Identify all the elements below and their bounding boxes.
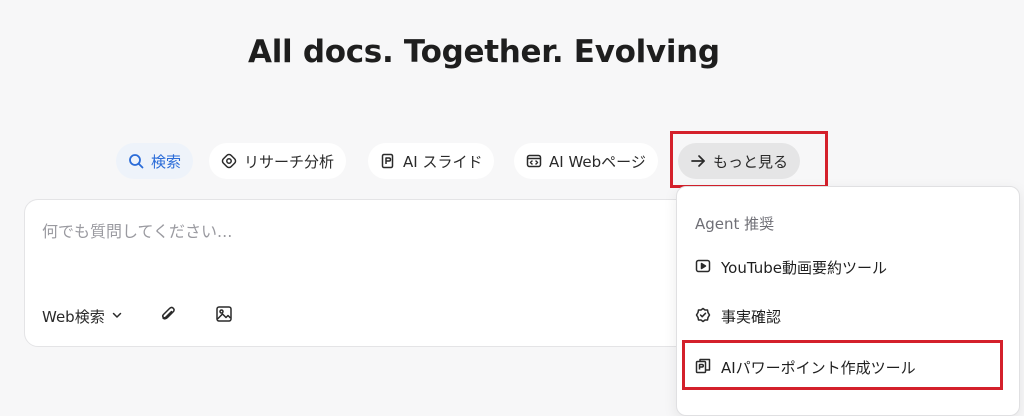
- chevron-down-icon: [111, 307, 123, 325]
- slide-icon: [380, 153, 396, 169]
- menu-item-youtube-summary[interactable]: YouTube動画要約ツール: [695, 257, 887, 278]
- web-search-label: Web検索: [42, 307, 105, 326]
- prompt-card: Web検索: [24, 199, 724, 347]
- menu-item-label: 事実確認: [721, 308, 782, 326]
- chip-ai-slide[interactable]: AI スライド: [368, 143, 495, 179]
- webpage-icon: [526, 153, 542, 169]
- menu-item-ai-powerpoint[interactable]: AIパワーポイント作成ツール: [695, 357, 916, 378]
- prompt-toolbar: Web検索: [42, 304, 269, 328]
- image-icon: [215, 305, 233, 327]
- document-icon: [695, 358, 711, 378]
- prompt-input[interactable]: [42, 218, 662, 244]
- chip-search-label: 検索: [151, 152, 182, 171]
- chip-ai-webpage-label: AI Webページ: [549, 152, 646, 171]
- arrow-right-icon: [690, 153, 706, 169]
- image-upload-button[interactable]: [213, 305, 235, 327]
- search-icon: [128, 153, 144, 169]
- chip-research-label: リサーチ分析: [244, 152, 335, 171]
- chip-ai-slide-label: AI スライド: [403, 152, 483, 171]
- chip-ai-webpage[interactable]: AI Webページ: [514, 143, 658, 179]
- play-icon: [695, 258, 711, 278]
- dropdown-header: Agent 推奨: [695, 215, 775, 233]
- menu-item-label: AIパワーポイント作成ツール: [721, 359, 916, 377]
- menu-item-fact-check[interactable]: 事実確認: [695, 306, 781, 327]
- chip-search[interactable]: 検索: [116, 143, 194, 179]
- page-title: All docs. Together. Evolving: [248, 34, 720, 70]
- paperclip-icon: [159, 305, 177, 327]
- chip-more[interactable]: もっと見る: [678, 143, 801, 179]
- chip-more-label: もっと見る: [713, 152, 789, 171]
- attach-button[interactable]: [157, 305, 179, 327]
- more-dropdown-menu: Agent 推奨 YouTube動画要約ツール 事実確認 AIパワーポイント作成…: [676, 186, 1020, 416]
- check-badge-icon: [695, 307, 711, 327]
- menu-item-label: YouTube動画要約ツール: [721, 259, 887, 277]
- research-icon: [221, 153, 237, 169]
- web-search-dropdown[interactable]: Web検索: [42, 306, 123, 327]
- chip-research[interactable]: リサーチ分析: [209, 143, 347, 179]
